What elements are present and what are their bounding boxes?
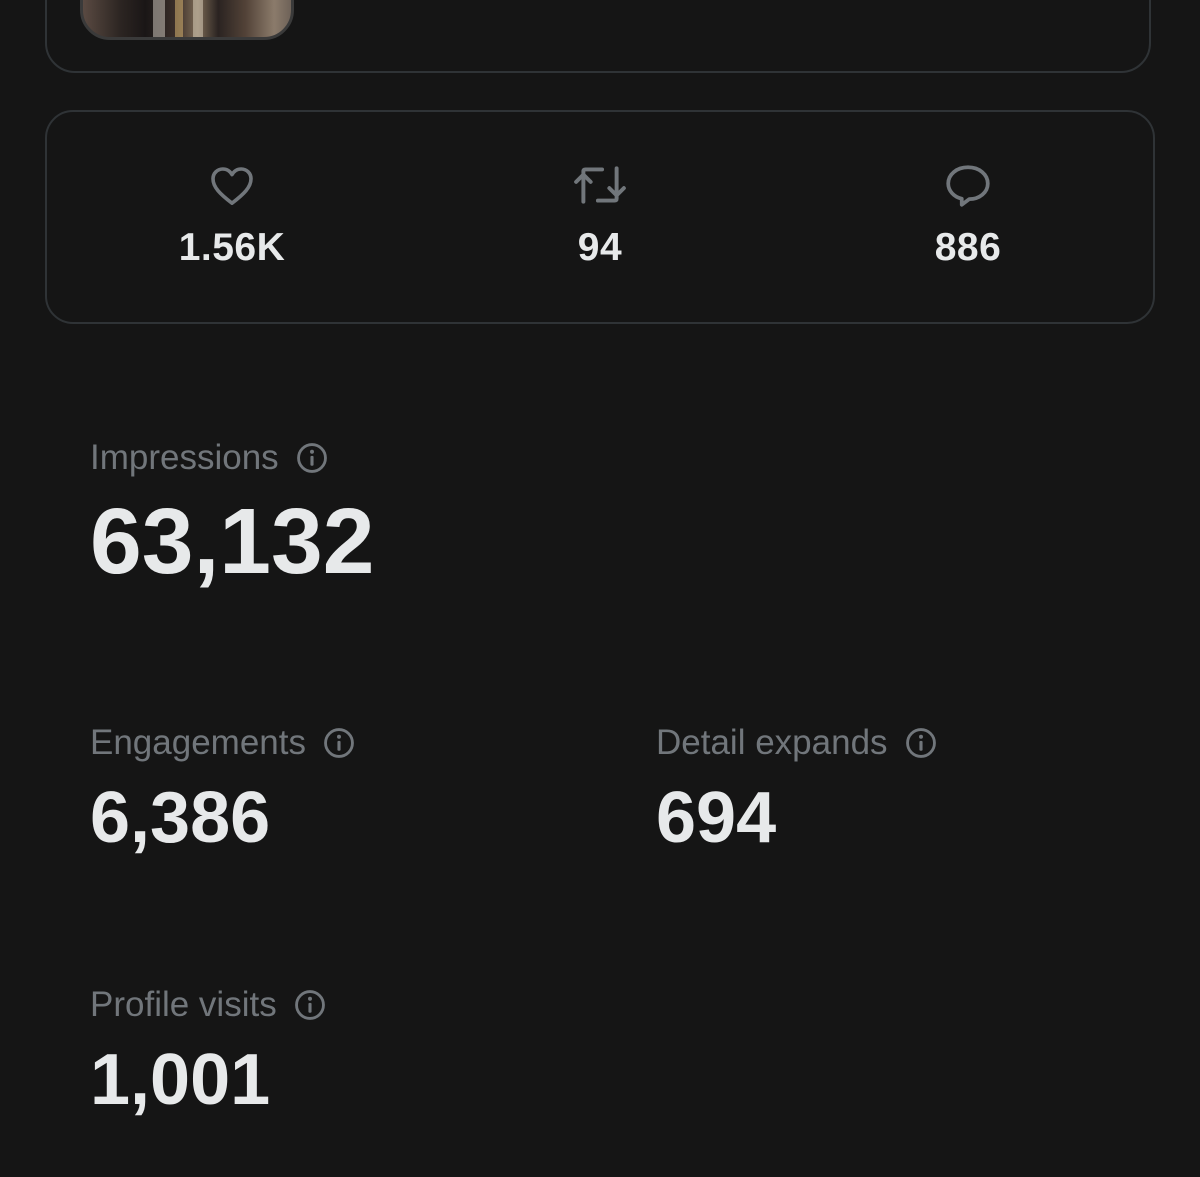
info-icon[interactable]: [295, 441, 329, 475]
likes-count: 1.56K: [178, 226, 286, 269]
engagements-stat: Engagements 6,386: [90, 725, 356, 854]
impressions-stat: Impressions 63,132: [90, 440, 374, 588]
thumbnail-detail: [175, 0, 183, 37]
info-icon[interactable]: [293, 988, 327, 1022]
post-media-thumbnail[interactable]: [80, 0, 294, 40]
profile-visits-value: 1,001: [90, 1040, 271, 1120]
info-icon[interactable]: [322, 726, 356, 760]
detail-expands-value: 694: [656, 778, 777, 858]
profile-visits-label: Profile visits: [90, 985, 277, 1024]
reposts-count: 94: [577, 226, 623, 269]
reposts-metric[interactable]: 94: [490, 162, 710, 270]
impressions-value: 63,132: [90, 489, 375, 593]
detail-expands-stat: Detail expands 694: [656, 725, 938, 854]
replies-metric[interactable]: 886: [858, 162, 1078, 270]
thumbnail-detail: [193, 0, 203, 37]
engagements-label: Engagements: [90, 723, 306, 762]
heart-icon: [211, 167, 253, 205]
replies-count: 886: [934, 226, 1002, 269]
reply-bubble-icon: [946, 165, 990, 207]
impressions-label: Impressions: [90, 438, 279, 477]
thumbnail-detail: [153, 0, 165, 37]
repost-icon: [574, 166, 626, 204]
engagement-summary-card: 1.56K 94 886: [45, 110, 1155, 324]
profile-visits-stat: Profile visits 1,001: [90, 987, 327, 1116]
likes-metric[interactable]: 1.56K: [122, 162, 342, 270]
engagements-value: 6,386: [90, 778, 271, 858]
detail-expands-label: Detail expands: [656, 723, 888, 762]
info-icon[interactable]: [904, 726, 938, 760]
